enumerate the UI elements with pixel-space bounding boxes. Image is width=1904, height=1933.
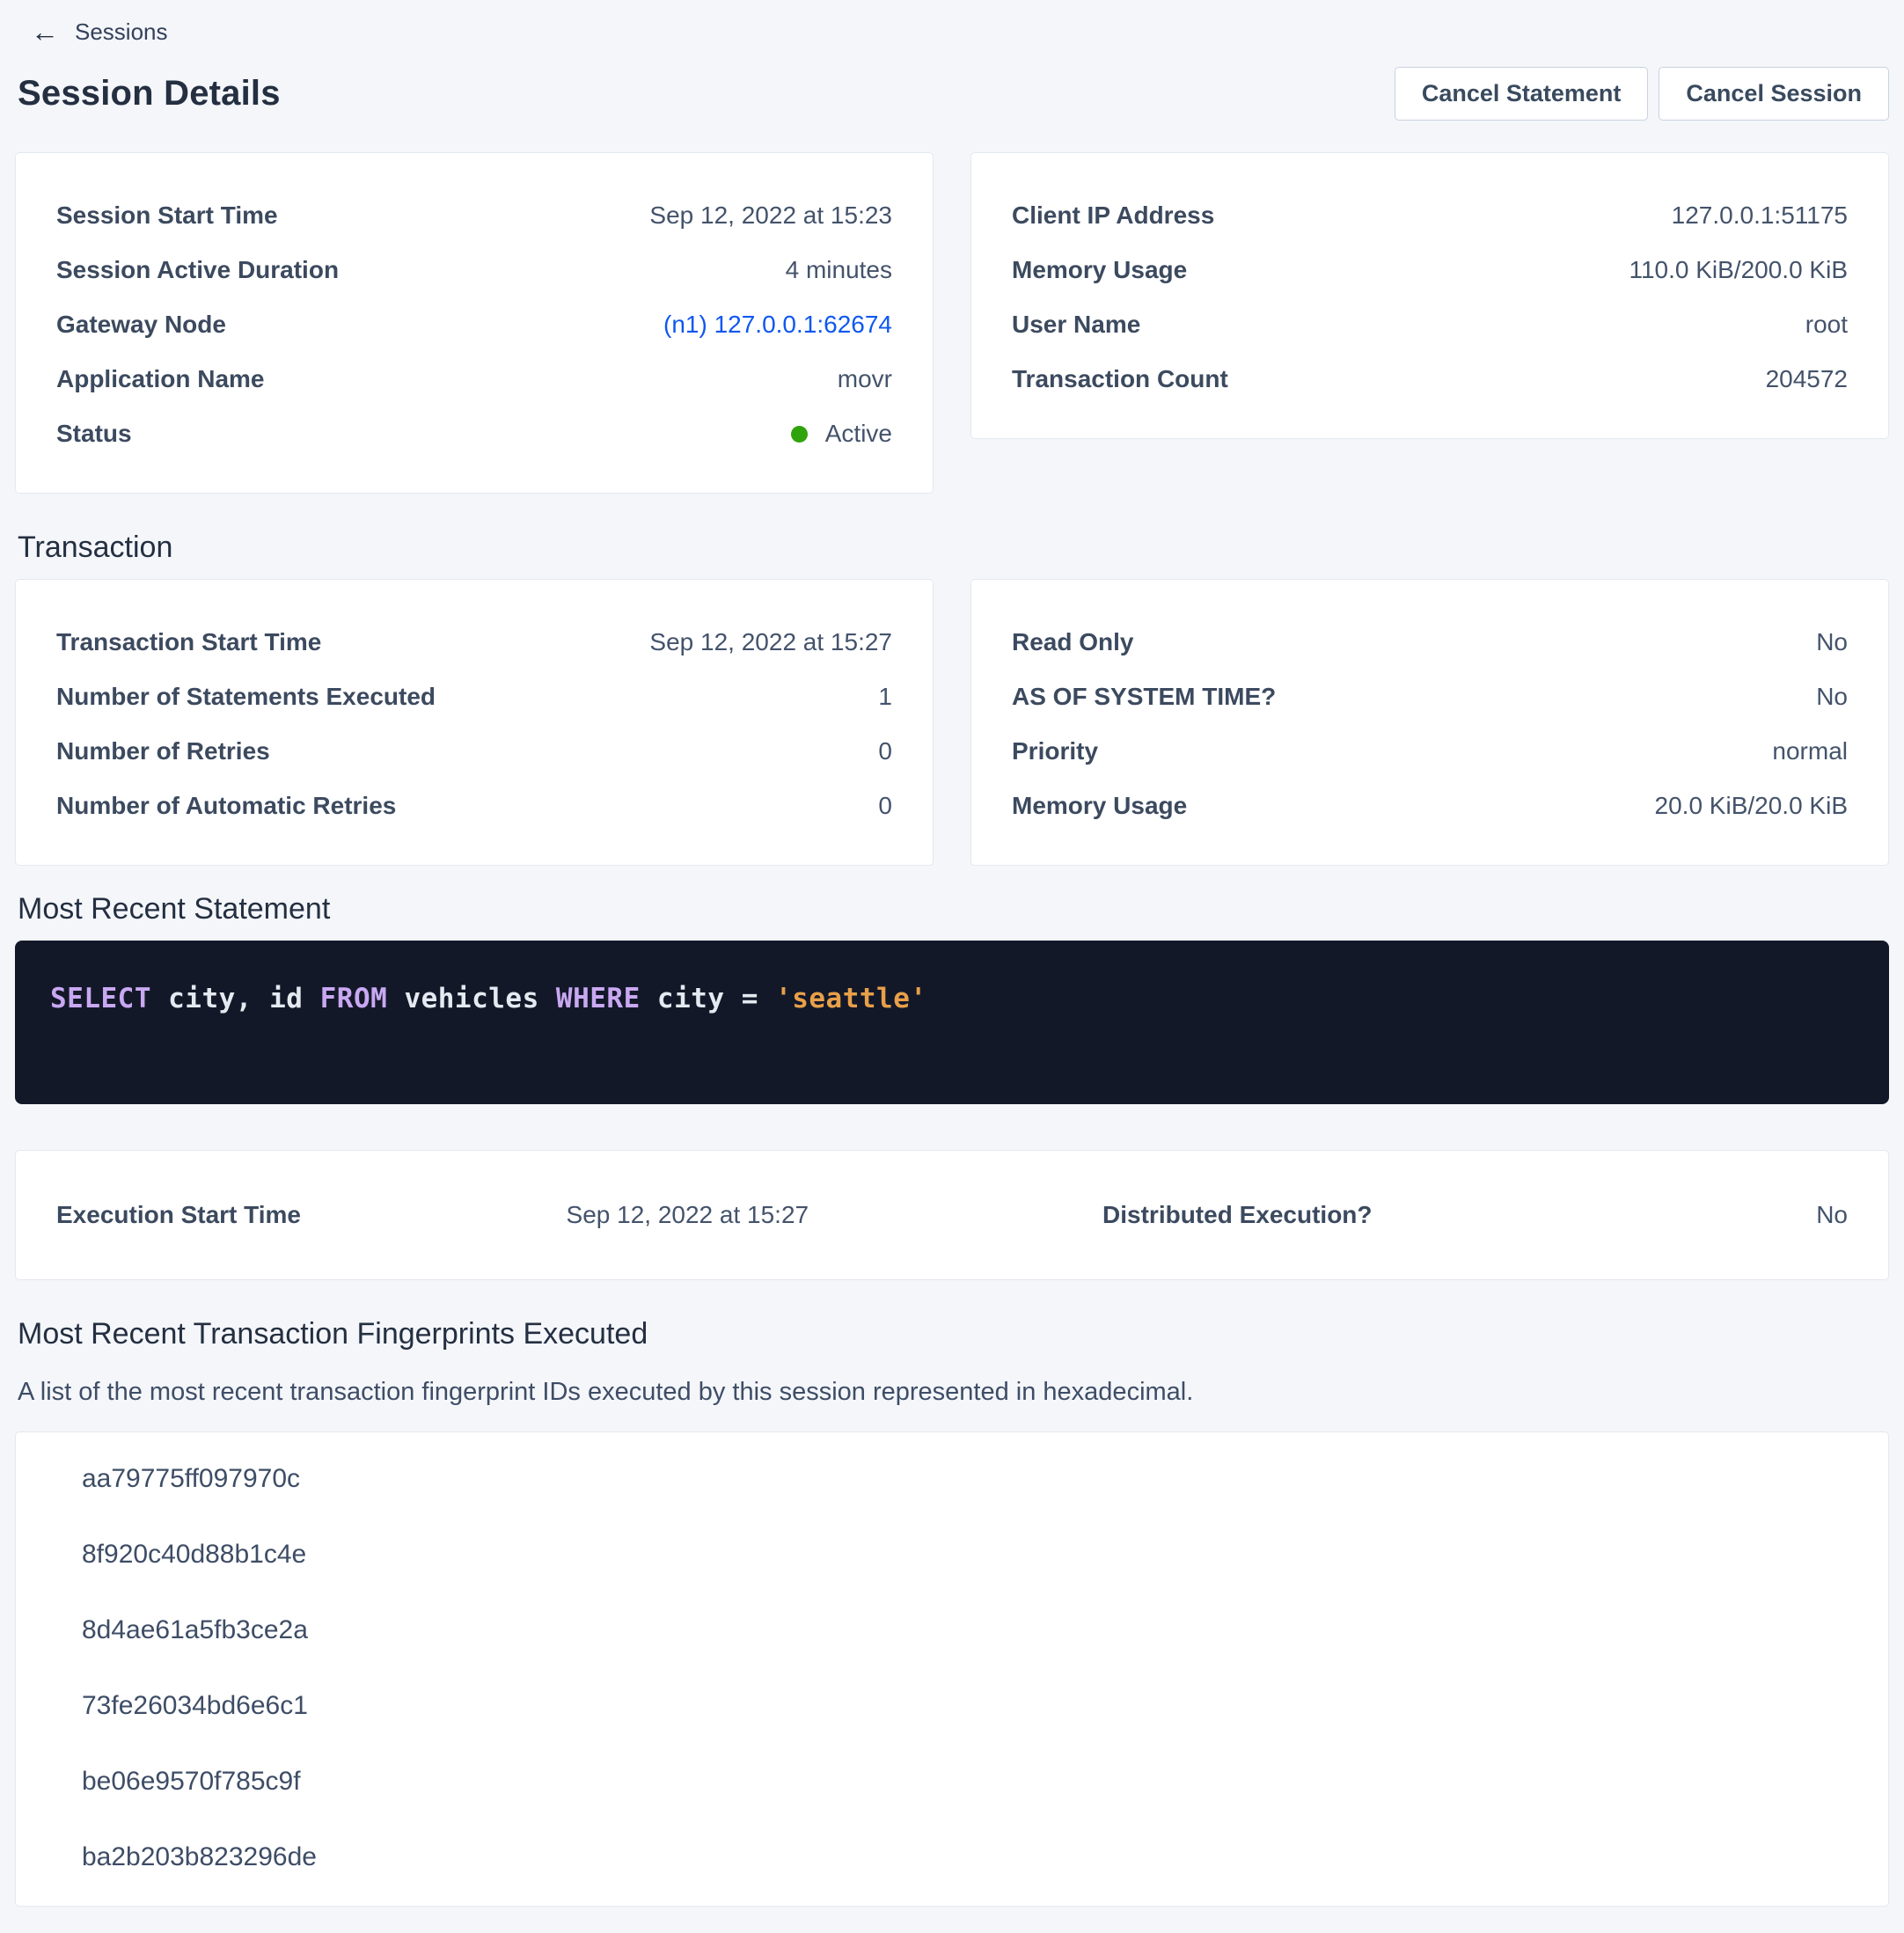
- automatic-retries-value: 0: [878, 792, 892, 820]
- session-active-duration-row: Session Active Duration 4 minutes: [56, 243, 892, 297]
- automatic-retries-row: Number of Automatic Retries 0: [56, 779, 892, 833]
- read-only-row: Read Only No: [1012, 615, 1848, 670]
- transaction-count-row: Transaction Count 204572: [1012, 352, 1848, 406]
- distributed-execution-value: No: [1816, 1201, 1848, 1229]
- session-start-time-value: Sep 12, 2022 at 15:23: [649, 201, 892, 230]
- back-to-sessions-link[interactable]: ← Sessions: [15, 12, 172, 51]
- fingerprints-card: aa79775ff097970c 8f920c40d88b1c4e 8d4ae6…: [15, 1431, 1889, 1907]
- transaction-count-label: Transaction Count: [1012, 365, 1228, 393]
- status-value: Active: [825, 420, 892, 448]
- statements-executed-value: 1: [878, 683, 892, 711]
- fingerprint-list-item: 73fe26034bd6e6c1: [82, 1668, 1822, 1744]
- priority-row: Priority normal: [1012, 724, 1848, 779]
- session-active-duration-label: Session Active Duration: [56, 256, 339, 284]
- fingerprint-list-item: be06e9570f785c9f: [82, 1744, 1822, 1820]
- statement-section-heading: Most Recent Statement: [15, 892, 1889, 926]
- transaction-start-time-value: Sep 12, 2022 at 15:27: [649, 628, 892, 656]
- statements-executed-label: Number of Statements Executed: [56, 683, 436, 711]
- as-of-system-time-label: AS OF SYSTEM TIME?: [1012, 683, 1276, 711]
- fingerprint-list-item: 8f920c40d88b1c4e: [82, 1517, 1822, 1593]
- priority-value: normal: [1772, 737, 1848, 765]
- transaction-memory-usage-row: Memory Usage 20.0 KiB/20.0 KiB: [1012, 779, 1848, 833]
- fingerprint-list-item: 8d4ae61a5fb3ce2a: [82, 1593, 1822, 1668]
- back-arrow-icon: ←: [31, 18, 59, 46]
- retries-label: Number of Retries: [56, 737, 270, 765]
- cancel-statement-button[interactable]: Cancel Statement: [1395, 67, 1649, 121]
- fingerprint-list-item: aa79775ff097970c: [82, 1441, 1822, 1517]
- transaction-props-card: Read Only No AS OF SYSTEM TIME? No Prior…: [970, 579, 1889, 866]
- sql-token: SELECT: [50, 983, 151, 1014]
- retries-value: 0: [878, 737, 892, 765]
- session-client-card: Client IP Address 127.0.0.1:51175 Memory…: [970, 152, 1889, 439]
- session-summary-section: Session Start Time Sep 12, 2022 at 15:23…: [15, 152, 1889, 494]
- transaction-memory-usage-label: Memory Usage: [1012, 792, 1187, 820]
- user-name-label: User Name: [1012, 311, 1140, 339]
- read-only-label: Read Only: [1012, 628, 1133, 656]
- status-row: Status Active: [56, 406, 892, 461]
- status-active-dot-icon: [791, 426, 808, 443]
- gateway-node-link[interactable]: (n1) 127.0.0.1:62674: [663, 311, 892, 339]
- session-start-time-label: Session Start Time: [56, 201, 278, 230]
- sql-token: city =: [641, 983, 775, 1014]
- execution-start-time-row: Execution Start Time Sep 12, 2022 at 15:…: [56, 1201, 809, 1229]
- as-of-system-time-value: No: [1816, 683, 1848, 711]
- session-start-time-row: Session Start Time Sep 12, 2022 at 15:23: [56, 188, 892, 243]
- transaction-stats-card: Transaction Start Time Sep 12, 2022 at 1…: [15, 579, 934, 866]
- automatic-retries-label: Number of Automatic Retries: [56, 792, 396, 820]
- gateway-node-row: Gateway Node (n1) 127.0.0.1:62674: [56, 297, 892, 352]
- distributed-execution-row: Distributed Execution? No: [1102, 1201, 1848, 1229]
- header-actions: Cancel Statement Cancel Session: [1395, 67, 1889, 121]
- transaction-memory-usage-value: 20.0 KiB/20.0 KiB: [1655, 792, 1848, 820]
- sql-token: 'seattle': [775, 983, 926, 1014]
- status-label: Status: [56, 420, 132, 448]
- transaction-start-time-row: Transaction Start Time Sep 12, 2022 at 1…: [56, 615, 892, 670]
- session-details-page: ← Sessions Session Details Cancel Statem…: [0, 0, 1904, 1933]
- fingerprint-list-item: ba2b203b823296de: [82, 1820, 1822, 1895]
- user-name-row: User Name root: [1012, 297, 1848, 352]
- sql-statement-text: SELECT city, id FROM vehicles WHERE city…: [50, 983, 927, 1014]
- execution-details-card: Execution Start Time Sep 12, 2022 at 15:…: [15, 1150, 1889, 1280]
- application-name-value: movr: [838, 365, 892, 393]
- transaction-section: Transaction Start Time Sep 12, 2022 at 1…: [15, 579, 1889, 866]
- sql-token: WHERE: [556, 983, 641, 1014]
- execution-start-time-label: Execution Start Time: [56, 1201, 301, 1229]
- page-title: Session Details: [15, 74, 281, 113]
- sql-token: city, id: [151, 983, 320, 1014]
- priority-label: Priority: [1012, 737, 1098, 765]
- execution-start-time-value: Sep 12, 2022 at 15:27: [567, 1201, 809, 1229]
- transaction-section-heading: Transaction: [15, 531, 1889, 565]
- gateway-node-label: Gateway Node: [56, 311, 226, 339]
- session-info-card: Session Start Time Sep 12, 2022 at 15:23…: [15, 152, 934, 494]
- back-link-label: Sessions: [75, 18, 168, 46]
- session-memory-usage-row: Memory Usage 110.0 KiB/200.0 KiB: [1012, 243, 1848, 297]
- as-of-system-time-row: AS OF SYSTEM TIME? No: [1012, 670, 1848, 724]
- distributed-execution-label: Distributed Execution?: [1102, 1201, 1372, 1229]
- sql-statement-box: SELECT city, id FROM vehicles WHERE city…: [15, 941, 1889, 1104]
- sql-token: FROM: [320, 983, 388, 1014]
- cancel-session-button[interactable]: Cancel Session: [1659, 67, 1889, 121]
- read-only-value: No: [1816, 628, 1848, 656]
- client-ip-row: Client IP Address 127.0.0.1:51175: [1012, 188, 1848, 243]
- fingerprints-description: A list of the most recent transaction fi…: [15, 1378, 1889, 1407]
- status-badge: Active: [791, 420, 892, 448]
- page-header: Session Details Cancel Statement Cancel …: [15, 67, 1889, 121]
- statements-executed-row: Number of Statements Executed 1: [56, 670, 892, 724]
- transaction-start-time-label: Transaction Start Time: [56, 628, 321, 656]
- client-ip-label: Client IP Address: [1012, 201, 1214, 230]
- client-ip-value: 127.0.0.1:51175: [1672, 201, 1848, 230]
- transaction-count-value: 204572: [1766, 365, 1848, 393]
- application-name-row: Application Name movr: [56, 352, 892, 406]
- session-active-duration-value: 4 minutes: [786, 256, 892, 284]
- session-memory-usage-label: Memory Usage: [1012, 256, 1187, 284]
- session-memory-usage-value: 110.0 KiB/200.0 KiB: [1629, 256, 1848, 284]
- sql-token: vehicles: [387, 983, 556, 1014]
- user-name-value: root: [1805, 311, 1848, 339]
- retries-row: Number of Retries 0: [56, 724, 892, 779]
- fingerprints-section-heading: Most Recent Transaction Fingerprints Exe…: [15, 1317, 1889, 1351]
- application-name-label: Application Name: [56, 365, 264, 393]
